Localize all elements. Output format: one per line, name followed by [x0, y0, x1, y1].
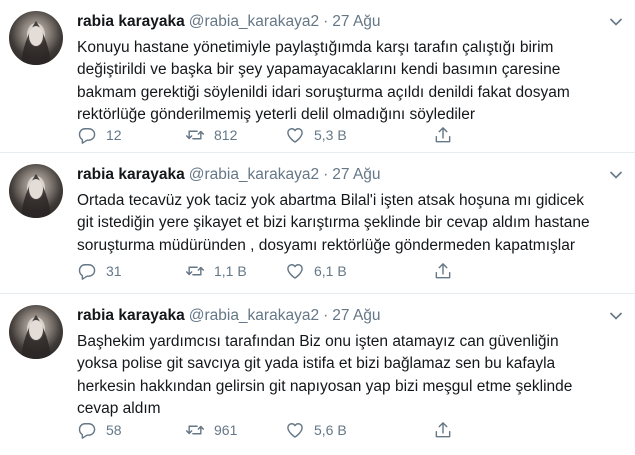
tweet-header: rabia karayaka @rabia_karakaya2 · 27 Ağu — [77, 12, 381, 32]
reply-count: 58 — [106, 422, 122, 438]
tweet-text: Başhekim yardımcısı tarafından Biz onu i… — [77, 331, 627, 420]
tweet-text-line: yoksa polise git savcıya git yada istifa… — [77, 355, 556, 373]
tweet-actions: 58 961 5,6 B — [77, 419, 537, 441]
tweet-text: Konuyu hastane yönetimiyle paylaştığımda… — [77, 37, 627, 126]
share-button[interactable] — [433, 124, 453, 146]
display-name[interactable]: rabia karayaka — [77, 13, 185, 30]
tweet-text-line: herkesin hakkından gelirsin git napıyosa… — [77, 377, 573, 395]
separator: · — [323, 13, 329, 30]
tweet[interactable]: rabia karayaka @rabia_karakaya2 · 27 Ağu Or… — [0, 153, 635, 294]
timestamp[interactable]: 27 Ağu — [332, 13, 380, 30]
avatar[interactable] — [9, 305, 63, 359]
like-count: 5,3 B — [314, 127, 347, 143]
tweet-text-line: değiştirildi ve başka bir şey yapamayaca… — [77, 61, 561, 79]
chevron-down-icon[interactable] — [609, 170, 623, 180]
like-count: 6,1 B — [314, 263, 347, 279]
tweet-text-line: git istediğin yere şikayet et bizi karış… — [77, 214, 590, 232]
tweet-header: rabia karayaka @rabia_karakaya2 · 27 Ağu — [77, 165, 381, 185]
tweet-text-line: rektörlüğe gönderilmemiş yeterli delil o… — [77, 105, 476, 123]
tweet-text-line: Konuyu hastane yönetimiyle paylaştığımda… — [77, 39, 554, 56]
tweet-text-line: soruşturma müdüründen , dosyamı rektörlü… — [77, 236, 575, 254]
reply-icon — [78, 128, 96, 144]
display-name[interactable]: rabia karayaka — [77, 166, 185, 183]
tweet-text: Ortada tecavüz yok taciz yok abartma Bil… — [77, 190, 627, 257]
share-icon — [435, 127, 451, 143]
display-name[interactable]: rabia karayaka — [77, 307, 185, 324]
reply-button[interactable]: 12 — [77, 124, 122, 146]
timestamp[interactable]: 27 Ağu — [332, 307, 380, 324]
retweet-icon — [185, 266, 205, 276]
tweet-text-line: cevap aldım — [77, 399, 161, 417]
like-icon — [287, 264, 303, 279]
avatar[interactable] — [9, 11, 63, 65]
tweet-text-line: Başhekim yardımcısı tarafından Biz onu i… — [77, 333, 559, 350]
avatar[interactable] — [9, 164, 63, 218]
tweet[interactable]: rabia karayaka @rabia_karakaya2 · 27 Ağu Ba… — [0, 294, 635, 455]
tweet-actions: 12 812 5,3 B — [77, 124, 537, 146]
retweet-button[interactable]: 961 — [185, 419, 237, 441]
user-handle[interactable]: @rabia_karakaya2 — [189, 307, 319, 324]
tweet-header: rabia karayaka @rabia_karakaya2 · 27 Ağu — [77, 306, 381, 326]
like-button[interactable]: 6,1 B — [285, 260, 347, 282]
retweet-icon — [185, 425, 205, 435]
retweet-button[interactable]: 812 — [185, 124, 237, 146]
chevron-down-icon[interactable] — [609, 17, 623, 27]
tweet-text-line: bakmam gerektiği söylenildi idari soruşt… — [77, 83, 570, 101]
user-handle[interactable]: @rabia_karakaya2 — [189, 166, 319, 183]
chevron-down-icon[interactable] — [609, 311, 623, 321]
like-count: 5,6 B — [314, 422, 347, 438]
share-button[interactable] — [433, 419, 453, 441]
share-button[interactable] — [433, 260, 453, 282]
retweet-icon — [185, 130, 205, 140]
tweet[interactable]: rabia karayaka @rabia_karakaya2 · 27 Ağu Ko… — [0, 0, 635, 153]
separator: · — [323, 307, 329, 324]
reply-count: 12 — [106, 127, 122, 143]
tweet-text-line: Ortada tecavüz yok taciz yok abartma Bil… — [77, 192, 584, 209]
retweet-button[interactable]: 1,1 B — [185, 260, 247, 282]
share-icon — [435, 422, 451, 438]
reply-button[interactable]: 31 — [77, 260, 122, 282]
reply-icon — [78, 423, 96, 439]
reply-button[interactable]: 58 — [77, 419, 122, 441]
user-handle[interactable]: @rabia_karakaya2 — [189, 13, 319, 30]
retweet-count: 1,1 B — [214, 263, 247, 279]
retweet-count: 812 — [214, 127, 238, 143]
timestamp[interactable]: 27 Ağu — [332, 166, 380, 183]
like-button[interactable]: 5,6 B — [285, 419, 347, 441]
reply-icon — [78, 264, 96, 280]
tweet-actions: 31 1,1 B 6,1 B — [77, 260, 537, 282]
like-icon — [287, 423, 303, 438]
like-icon — [287, 128, 303, 143]
retweet-count: 961 — [214, 422, 238, 438]
share-icon — [435, 263, 451, 279]
like-button[interactable]: 5,3 B — [285, 124, 347, 146]
reply-count: 31 — [106, 263, 122, 279]
separator: · — [323, 166, 329, 183]
